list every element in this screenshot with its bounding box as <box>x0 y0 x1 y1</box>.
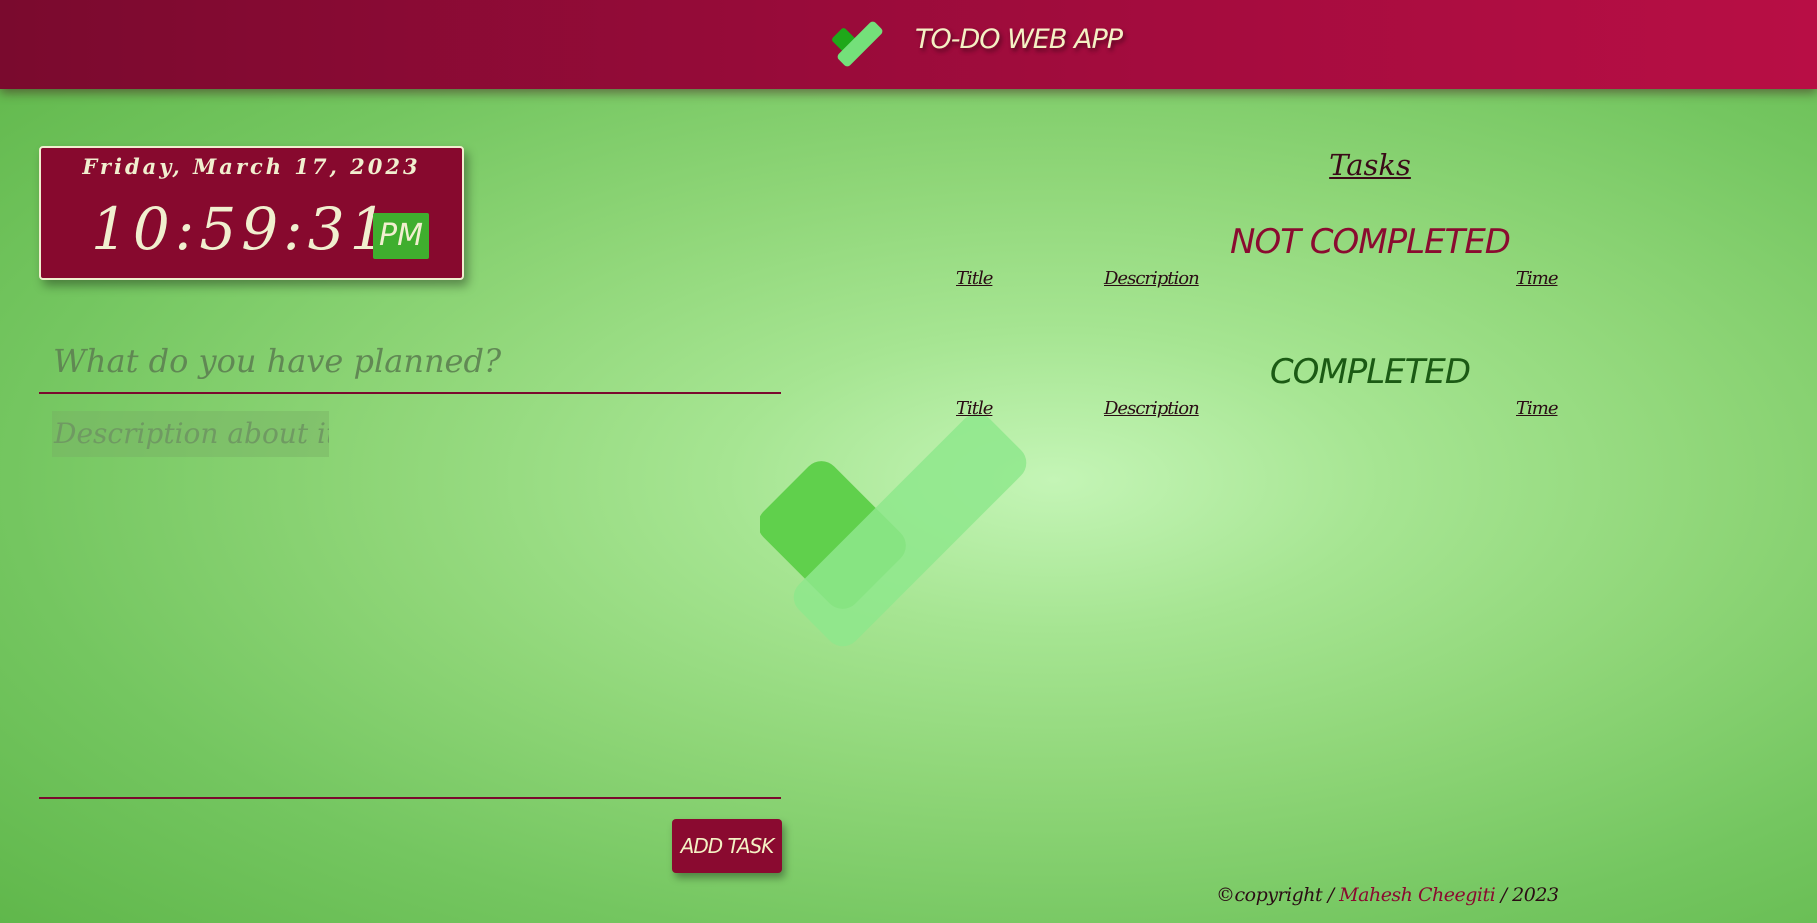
footer-prefix: ©copyright / <box>1216 884 1334 906</box>
footer-suffix: / 2023 <box>1500 884 1559 906</box>
clock-time: 10:59:31 <box>91 195 392 263</box>
not-completed-col-description: Description <box>1104 268 1200 289</box>
footer-copyright: ©copyright / Mahesh Cheegiti / 2023 <box>1216 884 1559 906</box>
checkmark-icon <box>760 413 1027 647</box>
app-title: TO-DO WEB APP <box>915 24 1123 55</box>
clock-card: Friday, March 17, 2023 10:59:31 PM <box>39 146 464 280</box>
completed-col-description: Description <box>1104 398 1200 419</box>
task-title-input[interactable] <box>39 330 781 394</box>
completed-col-title: Title <box>956 398 993 419</box>
tasks-heading: Tasks <box>1329 148 1411 182</box>
checkmark-icon <box>832 21 883 67</box>
not-completed-col-time: Time <box>1516 268 1558 289</box>
description-placeholder: Description about it... <box>52 411 329 457</box>
clock-date: Friday, March 17, 2023 <box>82 154 421 179</box>
completed-col-time: Time <box>1516 398 1558 419</box>
not-completed-col-title: Title <box>956 268 993 289</box>
clock-ampm-badge: PM <box>373 213 429 259</box>
completed-heading: COMPLETED <box>1269 352 1471 392</box>
not-completed-heading: NOT COMPLETED <box>1230 222 1511 262</box>
footer-author: Mahesh Cheegiti <box>1339 884 1496 906</box>
add-task-button[interactable]: ADD TASK <box>672 819 782 873</box>
task-description-input[interactable] <box>39 409 781 799</box>
app-header: TO-DO WEB APP <box>0 0 1817 89</box>
